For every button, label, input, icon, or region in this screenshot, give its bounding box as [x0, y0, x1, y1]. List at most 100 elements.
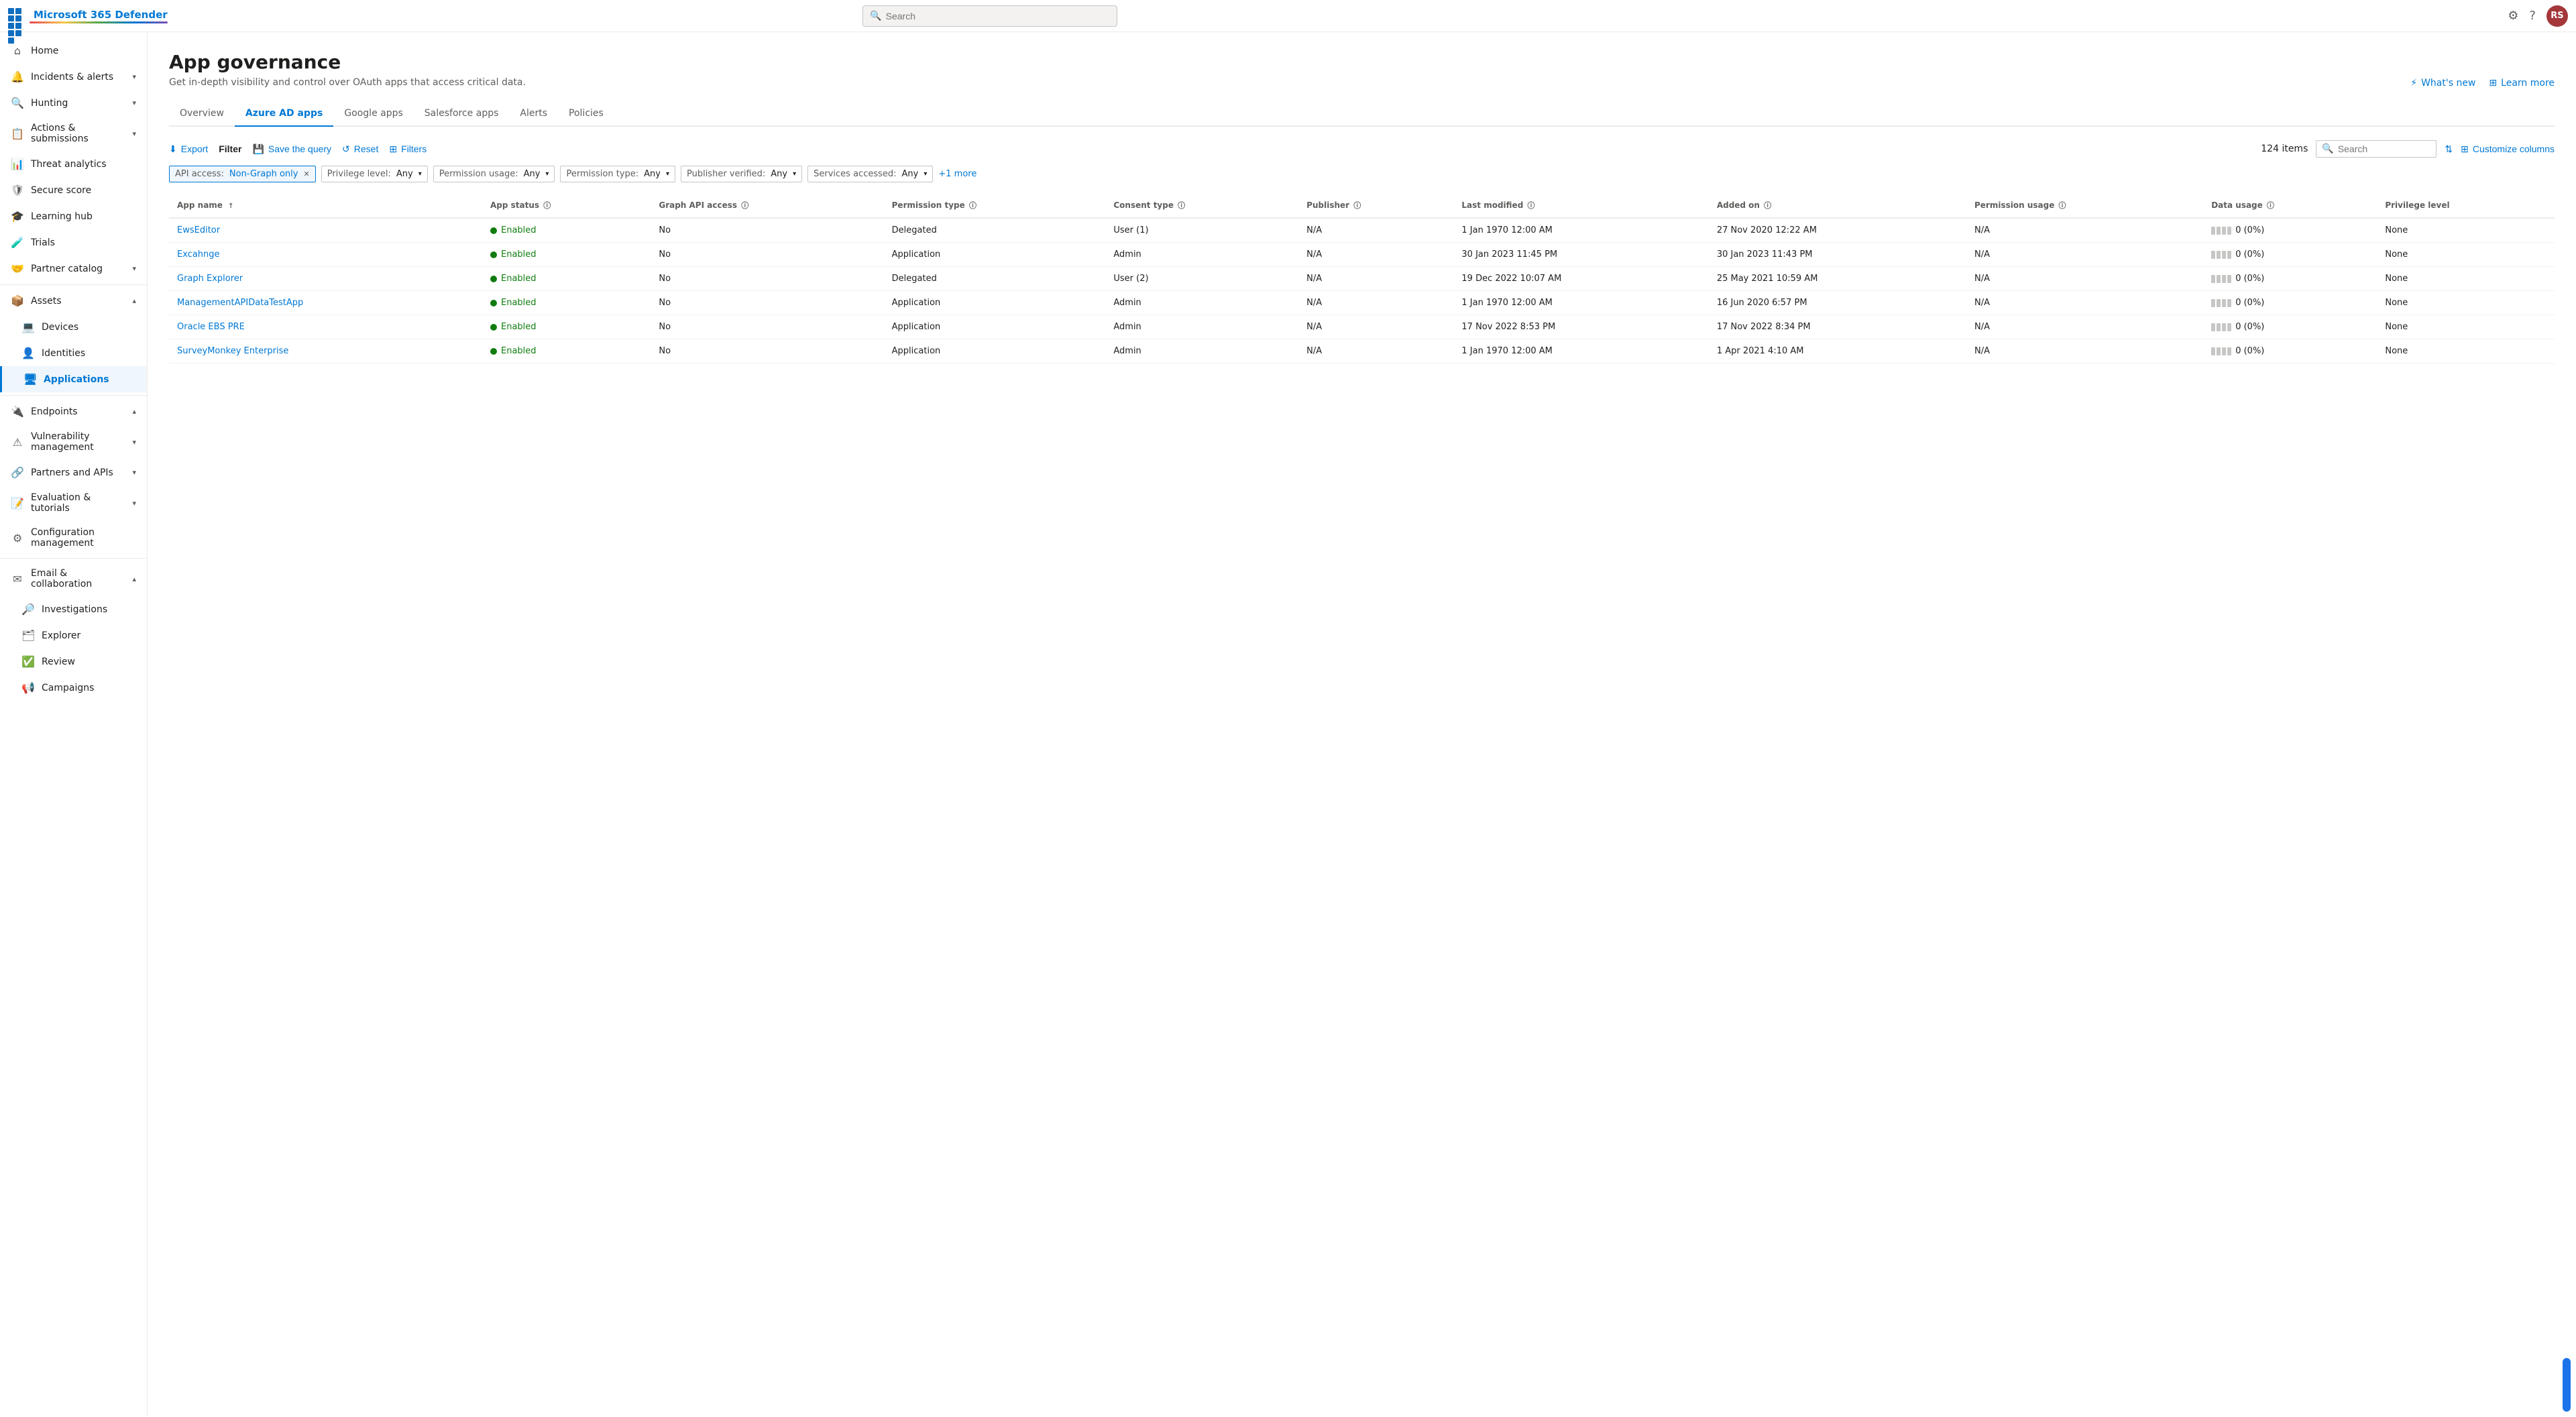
cell-perm-type-2: Delegated — [884, 267, 1106, 291]
more-filters-button[interactable]: +1 more — [938, 169, 976, 179]
chevron-up-icon: ▴ — [132, 296, 136, 305]
user-avatar[interactable]: RS — [2546, 5, 2568, 27]
col-permission-usage[interactable]: Permission usage ⓘ — [1966, 193, 2203, 218]
sidebar-item-evaluation[interactable]: 📝 Evaluation & tutorials ▾ — [0, 486, 147, 520]
sidebar-label-trials: Trials — [31, 237, 55, 248]
col-consent-type[interactable]: Consent type ⓘ — [1105, 193, 1298, 218]
sidebar-item-applications[interactable]: 🖥 Applications — [0, 366, 147, 392]
scroll-indicator[interactable] — [2563, 1358, 2571, 1412]
table-search-input[interactable] — [2338, 144, 2431, 154]
info-icon[interactable]: ⓘ — [1178, 201, 1185, 210]
cell-consent-5: Admin — [1105, 339, 1298, 363]
tab-azure-ad[interactable]: Azure AD apps — [235, 101, 333, 127]
permission-usage-dropdown[interactable]: Permission usage: Any ▾ — [433, 166, 555, 182]
sidebar-item-assets[interactable]: 📦 Assets ▴ — [0, 288, 147, 314]
learn-more-button[interactable]: ⊞ Learn more — [2489, 78, 2555, 89]
info-icon[interactable]: ⓘ — [1527, 201, 1534, 210]
app-name-link-3[interactable]: ManagementAPIDataTestApp — [177, 298, 303, 308]
sidebar-item-actions[interactable]: 📋 Actions & submissions ▾ — [0, 116, 147, 151]
tab-policies[interactable]: Policies — [558, 101, 614, 127]
app-name-link-5[interactable]: SurveyMonkey Enterprise — [177, 346, 288, 356]
toolbar-right: 124 items 🔍 ⇅ ⊞ Customize columns — [2261, 140, 2555, 158]
sidebar-item-secure[interactable]: 🛡 Secure score — [0, 177, 147, 203]
permission-type-dropdown[interactable]: Permission type: Any ▾ — [560, 166, 675, 182]
sidebar-item-threat[interactable]: 📊 Threat analytics — [0, 151, 147, 177]
sidebar-item-devices[interactable]: 💻 Devices — [0, 314, 147, 340]
waffle-menu-icon[interactable] — [8, 8, 24, 24]
sidebar-item-partners-apis[interactable]: 🔗 Partners and APIs ▾ — [0, 459, 147, 486]
col-app-name[interactable]: App name ↑ — [169, 193, 482, 218]
sidebar-item-learning[interactable]: 🎓 Learning hub — [0, 203, 147, 229]
col-publisher[interactable]: Publisher ⓘ — [1298, 193, 1453, 218]
info-icon[interactable]: ⓘ — [741, 201, 748, 210]
sidebar-item-vulnerability[interactable]: ⚠ Vulnerability management ▾ — [0, 424, 147, 459]
app-name-link-2[interactable]: Graph Explorer — [177, 274, 243, 284]
sidebar-item-incidents[interactable]: 🔔 Incidents & alerts ▾ — [0, 64, 147, 90]
filters-button[interactable]: ⊞ Filters — [389, 144, 427, 155]
info-icon[interactable]: ⓘ — [1764, 201, 1771, 210]
api-access-value: Non-Graph only — [229, 169, 298, 179]
tab-overview[interactable]: Overview — [169, 101, 235, 127]
col-app-status[interactable]: App status ⓘ — [482, 193, 651, 218]
sidebar-item-config[interactable]: ⚙ Configuration management — [0, 520, 147, 555]
app-name-link-4[interactable]: Oracle EBS PRE — [177, 322, 245, 332]
col-data-usage[interactable]: Data usage ⓘ — [2203, 193, 2377, 218]
info-icon[interactable]: ⓘ — [2059, 201, 2066, 210]
col-privilege-level[interactable]: Privilege level — [2377, 193, 2555, 218]
save-query-button[interactable]: 💾 Save the query — [252, 144, 331, 155]
learn-more-label: Learn more — [2501, 78, 2555, 89]
sort-filter-button[interactable]: ⇅ — [2445, 144, 2453, 155]
info-icon[interactable]: ⓘ — [543, 201, 551, 210]
privilege-level-dropdown[interactable]: Privilege level: Any ▾ — [321, 166, 428, 182]
sidebar-item-review[interactable]: ✅ Review — [0, 648, 147, 675]
col-graph-api[interactable]: Graph API access ⓘ — [651, 193, 883, 218]
sidebar-item-campaigns[interactable]: 📢 Campaigns — [0, 675, 147, 701]
info-icon[interactable]: ⓘ — [969, 201, 976, 210]
tab-alerts[interactable]: Alerts — [509, 101, 558, 127]
reset-button[interactable]: ↺ Reset — [342, 144, 378, 155]
sidebar-label-applications: Applications — [44, 374, 109, 385]
status-label-3: Enabled — [501, 298, 537, 308]
search-input[interactable] — [886, 11, 1111, 21]
export-button[interactable]: ⬇ Export — [169, 144, 208, 155]
customize-columns-label: Customize columns — [2473, 144, 2555, 154]
page-tabs: Overview Azure AD apps Google apps Sales… — [169, 101, 2555, 127]
cell-data-usage-4: 0 (0%) — [2203, 315, 2377, 339]
info-icon[interactable]: ⓘ — [1353, 201, 1361, 210]
api-access-filter-chip[interactable]: API access: Non-Graph only ✕ — [169, 166, 316, 182]
col-permission-type[interactable]: Permission type ⓘ — [884, 193, 1106, 218]
tab-google[interactable]: Google apps — [333, 101, 413, 127]
data-usage-value-5: 0 (0%) — [2235, 346, 2264, 356]
sidebar-item-endpoints[interactable]: 🔌 Endpoints ▴ — [0, 398, 147, 424]
remove-filter-icon[interactable]: ✕ — [303, 170, 309, 178]
publisher-verified-dropdown[interactable]: Publisher verified: Any ▾ — [681, 166, 802, 182]
sidebar-item-partner[interactable]: 🤝 Partner catalog ▾ — [0, 256, 147, 282]
info-icon[interactable]: ⓘ — [2267, 201, 2274, 210]
sidebar-item-identities[interactable]: 👤 Identities — [0, 340, 147, 366]
sidebar-item-trials[interactable]: 🧪 Trials — [0, 229, 147, 256]
table-search-box[interactable]: 🔍 — [2316, 140, 2437, 158]
status-enabled-icon — [490, 227, 497, 234]
cell-privilege-3: None — [2377, 291, 2555, 315]
data-bar — [2222, 299, 2226, 307]
data-bar — [2211, 275, 2215, 283]
sidebar-item-explorer[interactable]: 🗂 Explorer — [0, 622, 147, 648]
sidebar-item-hunting[interactable]: 🔍 Hunting ▾ — [0, 90, 147, 116]
sidebar-item-email[interactable]: ✉ Email & collaboration ▴ — [0, 561, 147, 596]
cell-data-usage-0: 0 (0%) — [2203, 218, 2377, 243]
col-added-on[interactable]: Added on ⓘ — [1709, 193, 1966, 218]
tab-salesforce[interactable]: Salesforce apps — [414, 101, 510, 127]
table-row: Excahnge Enabled No Application Admin N/… — [169, 243, 2555, 267]
settings-icon[interactable]: ⚙ — [2508, 9, 2518, 23]
customize-columns-button[interactable]: ⊞ Customize columns — [2461, 144, 2555, 155]
col-last-modified[interactable]: Last modified ⓘ — [1453, 193, 1708, 218]
sidebar-item-home[interactable]: ⌂ Home — [0, 38, 147, 64]
help-icon[interactable]: ? — [2529, 9, 2536, 23]
sidebar-item-investigations[interactable]: 🔎 Investigations — [0, 596, 147, 622]
app-name-link-1[interactable]: Excahnge — [177, 249, 220, 260]
services-accessed-dropdown[interactable]: Services accessed: Any ▾ — [807, 166, 933, 182]
brand-name[interactable]: Microsoft 365 Defender — [34, 9, 168, 21]
whats-new-button[interactable]: ⚡ What's new — [2410, 78, 2475, 89]
app-name-link-0[interactable]: EwsEditor — [177, 225, 220, 235]
topbar-search-box[interactable]: 🔍 — [862, 5, 1117, 27]
